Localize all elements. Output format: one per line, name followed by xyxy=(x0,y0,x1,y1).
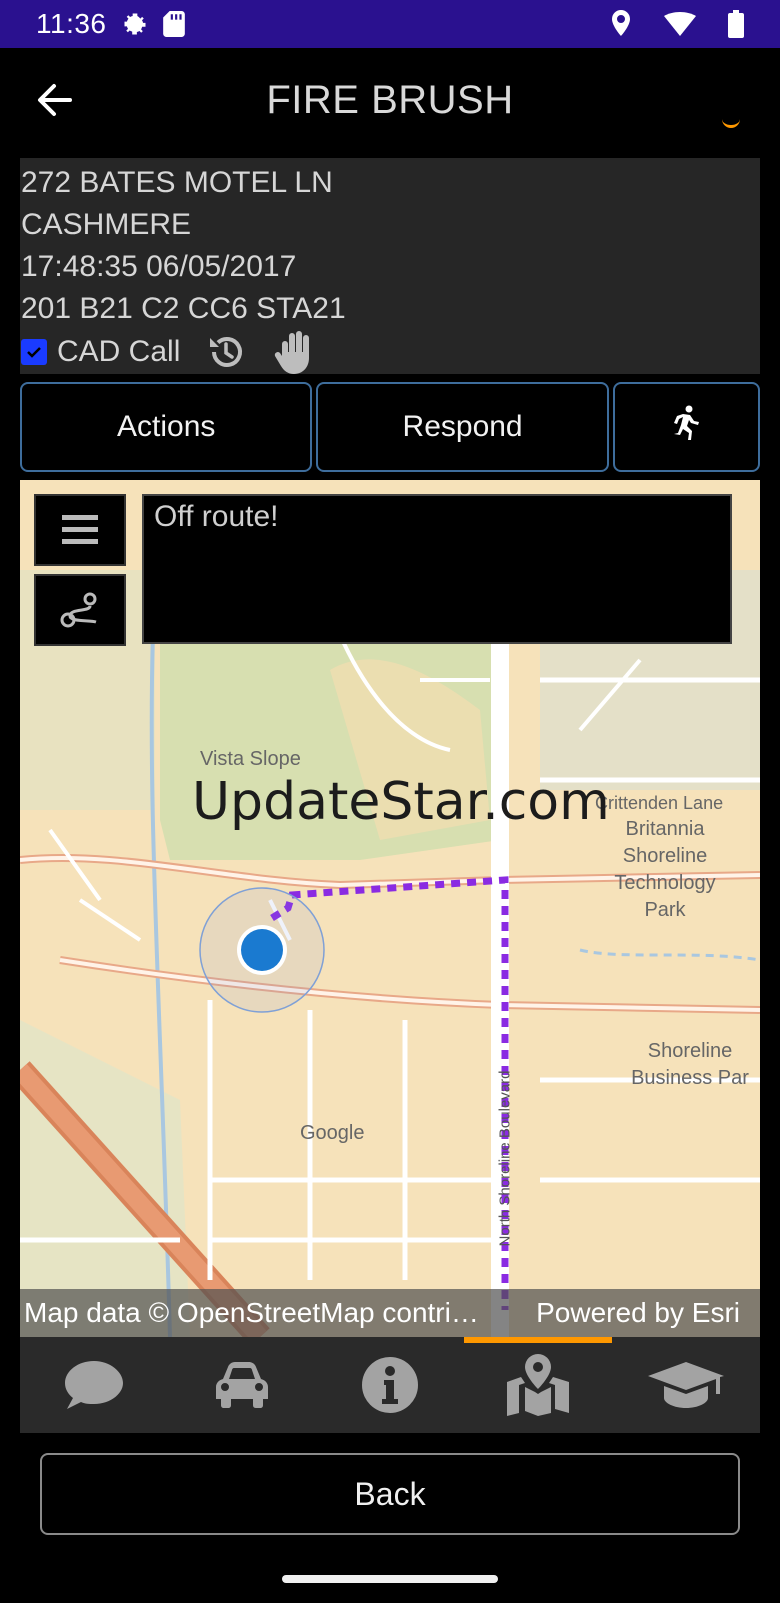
action-button-row: Actions Respond xyxy=(20,382,760,472)
battery-icon xyxy=(728,10,744,38)
status-bar: 11:36 xyxy=(0,0,780,48)
location-icon xyxy=(610,10,632,38)
actions-button[interactable]: Actions xyxy=(20,382,313,472)
map-label-google: Google xyxy=(300,1122,365,1144)
incident-units: 201 B21 C2 CC6 STA21 xyxy=(21,292,346,325)
map-menu-button[interactable] xyxy=(34,494,126,566)
watermark: UpdateStar.com xyxy=(192,772,610,832)
title-bar: FIRE BRUSH xyxy=(0,48,780,158)
wifi-icon xyxy=(664,12,696,36)
bottom-nav xyxy=(20,1337,760,1433)
route-icon xyxy=(60,592,97,628)
cad-call-label: CAD Call xyxy=(57,335,181,368)
running-person-icon xyxy=(671,405,701,449)
nav-item-map[interactable] xyxy=(464,1337,612,1433)
cad-call-checkbox[interactable] xyxy=(21,339,47,365)
map-label-britannia: Britannia Shoreline Technology Park xyxy=(614,818,716,921)
hand-stop-icon[interactable] xyxy=(272,330,314,374)
page-title: FIRE BRUSH xyxy=(266,78,514,122)
route-message-box: Off route! xyxy=(142,494,732,644)
map-label-street: North Shoreline Boulevard xyxy=(496,1070,514,1247)
incident-timestamp: 17:48:35 06/05/2017 xyxy=(21,250,297,283)
gesture-bar[interactable] xyxy=(282,1575,498,1583)
incident-city: CASHMERE xyxy=(21,208,192,241)
history-icon[interactable] xyxy=(206,332,246,372)
cad-call-row: CAD Call xyxy=(21,330,760,374)
hamburger-icon xyxy=(62,515,98,544)
nav-item-training[interactable] xyxy=(612,1337,760,1433)
map-route-button[interactable] xyxy=(34,574,126,646)
map-label-shoreline-business: Shoreline Business Par xyxy=(631,1040,749,1089)
nav-item-info[interactable] xyxy=(316,1337,464,1433)
sd-card-icon xyxy=(162,11,185,37)
map-label-crittenden: Crittenden Lane xyxy=(595,793,724,813)
info-icon xyxy=(362,1357,418,1413)
status-time: 11:36 xyxy=(36,8,107,39)
incident-address: 272 BATES MOTEL LN xyxy=(21,166,333,199)
walk-button[interactable] xyxy=(612,382,760,472)
incident-info-panel: 272 BATES MOTEL LN CASHMERE 17:48:35 06/… xyxy=(20,158,760,374)
respond-button[interactable]: Respond xyxy=(316,382,609,472)
graduation-cap-icon xyxy=(648,1362,724,1408)
car-icon xyxy=(216,1362,268,1408)
nav-item-car[interactable] xyxy=(168,1337,316,1433)
map-icon xyxy=(507,1354,569,1416)
attribution-osm[interactable]: Map data © OpenStreetMap contri… xyxy=(20,1297,510,1329)
map-attribution: Map data © OpenStreetMap contri… Powered… xyxy=(20,1289,760,1337)
back-button[interactable]: Back xyxy=(40,1453,740,1535)
chat-icon xyxy=(65,1361,123,1409)
attribution-esri: Powered by Esri xyxy=(536,1297,740,1328)
map-view[interactable]: Off route! Vista Slope Crittenden Lane B… xyxy=(20,480,760,1337)
map-label-vista-slope: Vista Slope xyxy=(200,748,301,770)
nav-item-chat[interactable] xyxy=(20,1337,168,1433)
gear-icon xyxy=(121,10,149,38)
loading-spinner-icon xyxy=(722,110,740,128)
